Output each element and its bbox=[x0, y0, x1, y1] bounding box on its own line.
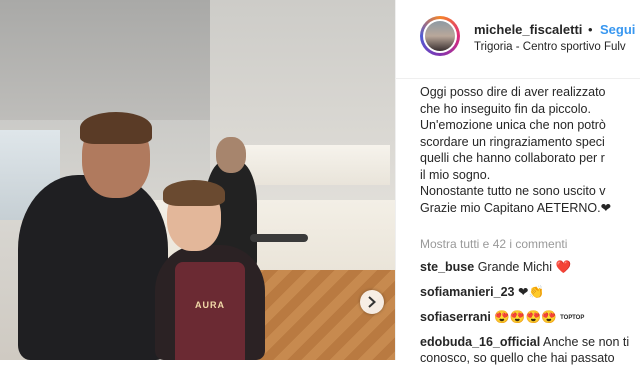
comment-username[interactable]: edobuda_16_official bbox=[420, 335, 540, 349]
heart-emoji-icon: ❤ bbox=[600, 200, 612, 215]
caption-line: Grazie mio Capitano AETERNO.❤ bbox=[420, 200, 640, 217]
comment-text: Grande Michi bbox=[477, 260, 553, 274]
comment-text: ❤ bbox=[517, 285, 529, 299]
post-header: michele_fiscaletti • Segui Trigoria - Ce… bbox=[396, 0, 640, 79]
photo-man bbox=[18, 175, 168, 360]
comment-text: conosco, so quello che hai passato bbox=[420, 351, 615, 365]
caption-line: Un'emozione unica che non potrò bbox=[420, 118, 606, 132]
post-caption: Oggi posso dire di aver realizzato che h… bbox=[420, 84, 640, 216]
location-link[interactable]: Trigoria - Centro sportivo Fulv bbox=[474, 41, 626, 53]
comment-continuation: conosco, so quello che hai passato bbox=[420, 350, 615, 366]
caption-line: Nonostante tutto ne sono uscito v bbox=[420, 184, 606, 198]
comment: sofiamanieri_23 ❤👏 bbox=[420, 284, 544, 300]
comment: ste_buse Grande Michi ❤️ bbox=[420, 259, 571, 275]
chevron-right-icon bbox=[368, 296, 376, 308]
photo-background-person-head bbox=[216, 137, 246, 173]
comment: edobuda_16_official Anche se non ti bbox=[420, 334, 629, 350]
comment-text: Anche se non ti bbox=[542, 335, 630, 349]
caption-line: scordare un ringraziamento speci bbox=[420, 134, 605, 149]
comment: sofiaserrani 😍😍😍😍 TOPTOP bbox=[420, 309, 584, 325]
post-sidebar: michele_fiscaletti • Segui Trigoria - Ce… bbox=[395, 0, 640, 365]
heart-emoji-icon: ❤️ bbox=[555, 260, 572, 274]
caption-line: quelli che hanno collaborato per r bbox=[420, 151, 605, 165]
show-all-comments-link[interactable]: Mostra tutti e 42 i commenti bbox=[420, 237, 567, 251]
photo-man-hair bbox=[80, 112, 152, 144]
photo-tray bbox=[250, 234, 308, 242]
photo-shirt-text: AURA bbox=[195, 300, 225, 310]
avatar[interactable] bbox=[420, 16, 460, 56]
separator-dot: • bbox=[588, 22, 593, 37]
photo-boy-hair bbox=[163, 180, 225, 206]
top-emoji-icon: TOP bbox=[560, 314, 573, 321]
clap-emoji-icon: 👏 bbox=[528, 285, 545, 299]
photo-floor bbox=[250, 270, 395, 360]
comment-username[interactable]: sofiaserrani bbox=[420, 310, 491, 324]
photo-boy-shirt bbox=[175, 262, 245, 360]
top-emoji-icon: TOP bbox=[572, 314, 585, 321]
comment-text: 😍😍😍😍 bbox=[494, 310, 557, 324]
carousel-next-button[interactable] bbox=[360, 290, 384, 314]
photo-shelf bbox=[240, 145, 390, 185]
caption-line: che ho inseguito fin da piccolo. bbox=[420, 101, 591, 116]
caption-line-text: Grazie mio Capitano AETERNO. bbox=[420, 200, 601, 215]
username-link[interactable]: michele_fiscaletti bbox=[474, 22, 582, 37]
caption-line: il mio sogno. bbox=[420, 167, 491, 182]
avatar-photo bbox=[425, 21, 455, 51]
follow-button[interactable]: Segui bbox=[600, 22, 635, 37]
comment-username[interactable]: sofiamanieri_23 bbox=[420, 285, 515, 299]
post-photo[interactable]: AURA bbox=[0, 0, 395, 360]
caption-line: Oggi posso dire di aver realizzato bbox=[420, 85, 606, 99]
comment-username[interactable]: ste_buse bbox=[420, 260, 474, 274]
